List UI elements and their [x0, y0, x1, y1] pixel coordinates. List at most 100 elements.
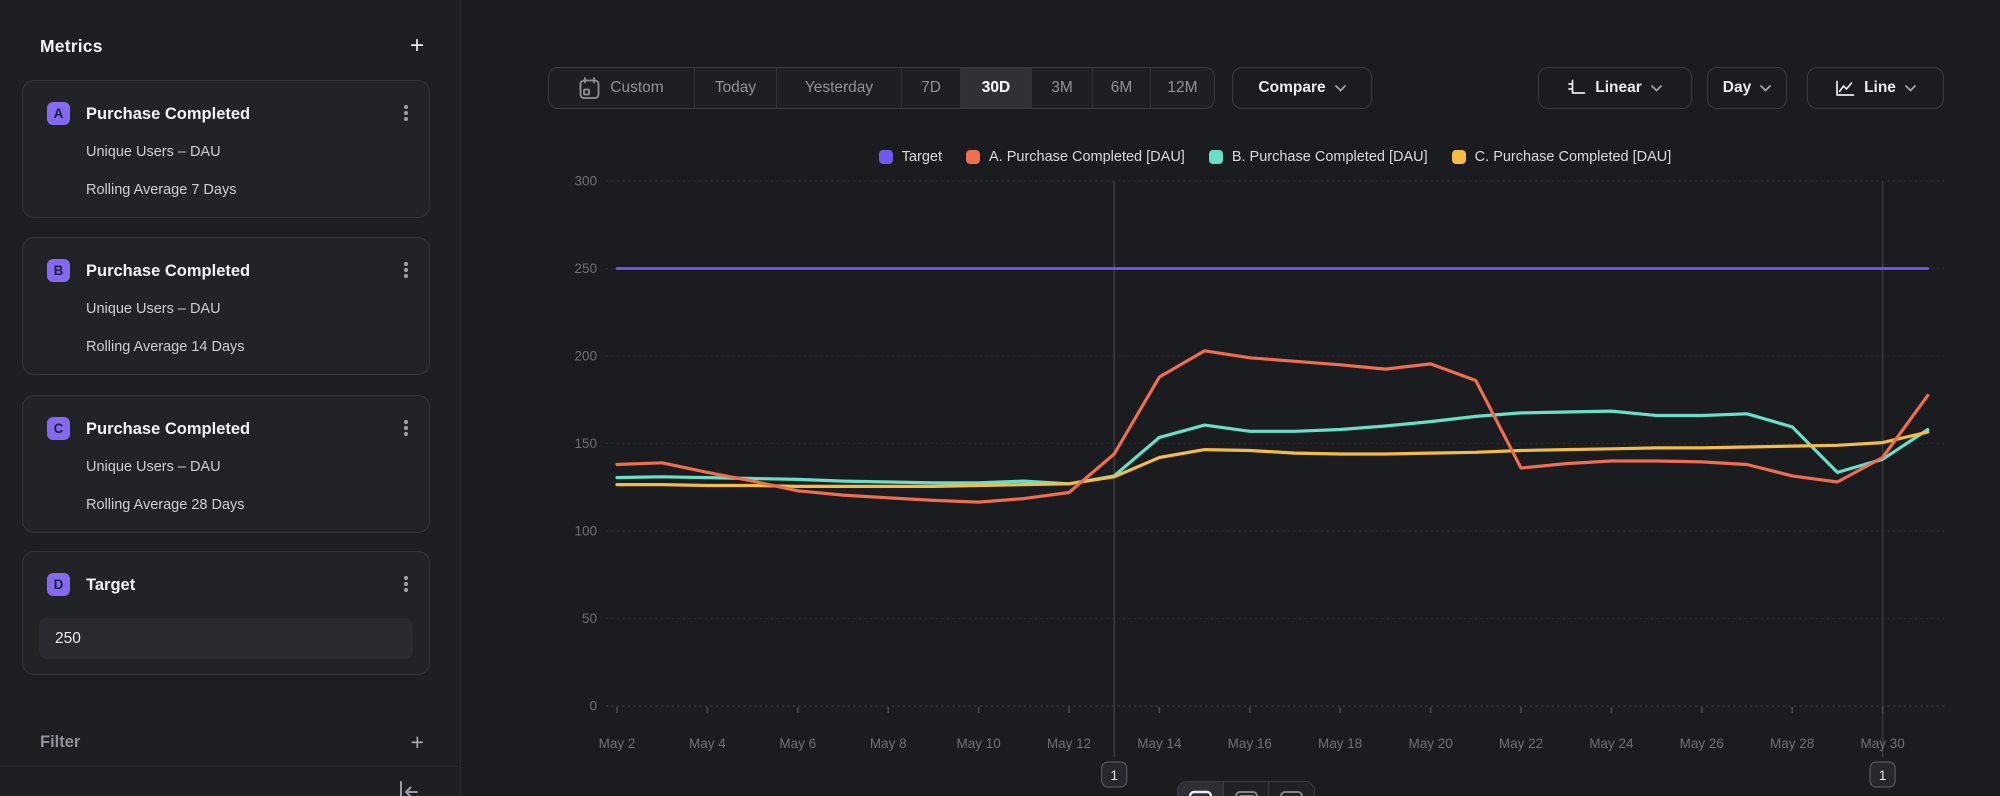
x-axis-tick-label: May 26 [1680, 736, 1724, 751]
kebab-menu-icon[interactable] [399, 102, 413, 124]
legend-label: B. Purchase Completed [DAU] [1232, 149, 1428, 165]
metric-card-subtitle: Rolling Average 28 Days [86, 497, 245, 513]
metric-card-subtitle: Rolling Average 7 Days [86, 182, 236, 198]
time-range-yesterday[interactable]: Yesterday [776, 68, 901, 108]
table-view-icon [1234, 790, 1259, 796]
collapse-sidebar-icon [396, 779, 422, 796]
time-range-12m[interactable]: 12M [1150, 68, 1214, 108]
x-axis-tick-label: May 28 [1770, 736, 1814, 751]
series-line [617, 351, 1928, 502]
legend-swatch-icon [1452, 150, 1466, 164]
y-axis-tick-label: 250 [574, 261, 597, 276]
time-range-label: 6M [1111, 79, 1133, 97]
filter-header: Filter + [40, 731, 424, 753]
time-range-custom[interactable]: Custom [549, 68, 694, 108]
metric-card-subtitle: Rolling Average 14 Days [86, 339, 245, 355]
view-table-button[interactable] [1223, 782, 1269, 796]
metric-card-subtitle: Unique Users – DAU [86, 459, 221, 475]
time-range-label: Custom [610, 79, 663, 97]
time-range-3m[interactable]: 3M [1031, 68, 1092, 108]
legend-item[interactable]: A. Purchase Completed [DAU] [966, 149, 1185, 165]
scale-label: Linear [1595, 79, 1642, 97]
metrics-report-screen: Metrics + APurchase CompletedUnique User… [0, 0, 2000, 796]
metric-card-title: Purchase Completed [86, 420, 250, 439]
legend-label: Target [902, 149, 942, 165]
legend-item[interactable]: C. Purchase Completed [DAU] [1452, 149, 1672, 165]
metric-badge: C [47, 417, 70, 440]
combined-view-icon [1279, 790, 1304, 796]
chart-legend: Target A. Purchase Completed [DAU] B. Purc… [617, 148, 1933, 166]
chevron-down-icon [1905, 85, 1916, 92]
x-axis-tick-label: May 10 [956, 736, 1000, 751]
x-axis-tick-label: May 6 [779, 736, 816, 751]
series-line [617, 432, 1928, 486]
y-axis-tick-label: 100 [574, 524, 597, 539]
view-combined-button[interactable] [1268, 782, 1314, 796]
sidebar: Metrics + APurchase CompletedUnique User… [0, 0, 461, 796]
time-range-today[interactable]: Today [694, 68, 776, 108]
x-axis-tick-label: May 22 [1499, 736, 1543, 751]
granularity-label: Day [1723, 79, 1751, 97]
time-range-30d[interactable]: 30D [960, 68, 1031, 108]
metric-badge: B [47, 259, 70, 282]
view-switch-control [1177, 781, 1315, 796]
line-chart-icon [1835, 80, 1855, 97]
time-range-label: 30D [982, 79, 1010, 97]
chevron-down-icon [1651, 85, 1662, 92]
legend-swatch-icon [879, 150, 893, 164]
filter-title: Filter [40, 733, 80, 752]
metric-card-title: Purchase Completed [86, 105, 250, 124]
kebab-menu-icon[interactable] [399, 417, 413, 439]
y-axis-tick-label: 0 [589, 699, 597, 714]
metric-cards: A Purchase Completed Unique Users – DAU Rol… [0, 0, 460, 796]
compare-button[interactable]: Compare [1232, 67, 1372, 109]
legend-item[interactable]: B. Purchase Completed [DAU] [1209, 149, 1428, 165]
annotation-badge[interactable] [1870, 762, 1895, 787]
x-axis-tick-label: May 2 [599, 736, 636, 751]
compare-label: Compare [1258, 79, 1325, 97]
y-axis-tick-label: 200 [574, 349, 597, 364]
time-range-label: Yesterday [805, 79, 873, 97]
y-axis-tick-label: 50 [582, 611, 597, 626]
legend-swatch-icon [966, 150, 980, 164]
metric-badge: D [47, 573, 70, 596]
time-range-label: 3M [1051, 79, 1073, 97]
x-axis-tick-label: May 8 [870, 736, 907, 751]
linear-axis-icon [1568, 79, 1586, 97]
legend-item[interactable]: Target [879, 149, 942, 165]
y-axis-tick-label: 150 [574, 436, 597, 451]
legend-label: A. Purchase Completed [DAU] [989, 149, 1185, 165]
time-range-label: 7D [921, 79, 941, 97]
chart-type-select-button[interactable]: Line [1807, 67, 1944, 109]
annotation-badge[interactable] [1102, 762, 1127, 787]
metric-card-a: A Purchase Completed Unique Users – DAU Rol… [22, 80, 430, 218]
legend-swatch-icon [1209, 150, 1223, 164]
view-chart-button[interactable] [1178, 782, 1223, 796]
metric-badge: A [47, 102, 70, 125]
metric-card-b: BPurchase CompletedUnique Users – DAURol… [22, 237, 430, 375]
x-axis-tick-label: May 12 [1047, 736, 1091, 751]
time-range-6m[interactable]: 6M [1092, 68, 1150, 108]
chevron-down-icon [1335, 85, 1346, 92]
time-range-control: Custom Today Yesterday 7D 30D 3M 6M 12M [548, 67, 1215, 109]
collapse-sidebar-button[interactable] [396, 779, 422, 796]
target-value-input[interactable] [39, 618, 413, 659]
add-filter-button[interactable]: + [411, 732, 424, 752]
kebab-menu-icon[interactable] [399, 573, 413, 595]
time-range-label: 12M [1167, 79, 1197, 97]
metric-card-title: Target [86, 576, 135, 595]
x-axis-tick-label: May 16 [1228, 736, 1272, 751]
metric-card-title: Purchase Completed [86, 262, 250, 281]
x-axis-tick-label: May 14 [1137, 736, 1182, 751]
y-axis-tick-label: 300 [574, 174, 597, 189]
kebab-menu-icon[interactable] [399, 259, 413, 281]
x-axis-tick-label: May 24 [1589, 736, 1634, 751]
metric-card-subtitle: Unique Users – DAU [86, 144, 221, 160]
chart-view-icon [1188, 790, 1213, 796]
metric-card-d: D Target [22, 551, 430, 675]
scale-select-button[interactable]: Linear [1538, 67, 1692, 109]
time-range-7d[interactable]: 7D [901, 68, 960, 108]
granularity-select-button[interactable]: Day [1707, 67, 1787, 109]
sidebar-divider [0, 766, 460, 767]
x-axis-tick-label: May 30 [1860, 736, 1904, 751]
